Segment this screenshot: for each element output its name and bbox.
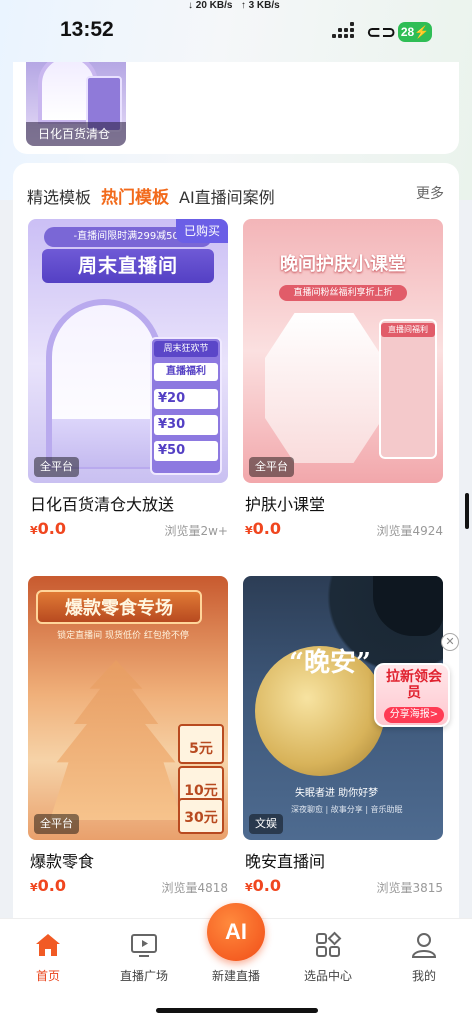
tab-featured[interactable]: 精选模板	[27, 184, 91, 208]
thumbnail-temple	[50, 660, 182, 820]
template-tabs: 精选模板 热门模板 AI直播间案例	[27, 180, 285, 208]
promo-button[interactable]: 分享海报>	[384, 707, 444, 723]
template-thumbnail[interactable]: 晚间护肤小课堂 直播间粉丝福利享折上折 直播间福利 全平台	[243, 219, 443, 483]
thumbnail-hexagon	[265, 313, 383, 463]
view-count: 浏览量3815	[376, 881, 443, 895]
template-name: 日化百货清仓大放送	[30, 495, 175, 514]
signal-icon	[332, 22, 356, 42]
thumbnail-panel-title: 直播间福利	[381, 323, 435, 337]
template-card-3[interactable]: 爆款零食专场 锁定直播间 现货低价 红包抢不停 5元 10元 30元 全平台 爆…	[28, 576, 228, 906]
view-count: 浏览量4924	[376, 524, 443, 538]
platform-tag: 全平台	[34, 814, 79, 834]
template-name: 爆款零食	[30, 852, 95, 871]
nav-label: 新建直播	[211, 969, 260, 983]
template-thumbnail[interactable]: 爆款零食专场 锁定直播间 现货低价 红包抢不停 5元 10元 30元 全平台	[28, 576, 228, 840]
template-card-1[interactable]: -直播间限时满299减50- 周末直播间 周末狂欢节 直播福利 ¥20 ¥30 …	[28, 219, 228, 549]
view-count: 浏览量4818	[161, 881, 228, 895]
thumbnail-caption: 失眠者进 助你好梦	[295, 788, 379, 799]
template-price: ¥0.0	[30, 519, 66, 538]
thumbnail-panel	[379, 319, 437, 459]
thumbnail-coupon: ¥50	[154, 441, 218, 461]
purchased-badge: 已购买	[175, 219, 228, 243]
template-card-4[interactable]: “晚安” 失眠者进 助你好梦 深夜聊愈 | 故事分享 | 音乐助眠 文娱 晚安直…	[243, 576, 443, 906]
thumbnail-band: 锁定直播间 现货低价 红包抢不停	[57, 631, 189, 641]
thumbnail-band: 直播间粉丝福利享折上折	[279, 285, 407, 301]
thumbnail-title: 爆款零食专场	[36, 590, 202, 624]
battery-icon: 28⚡	[398, 22, 432, 42]
category-tag: 文娱	[249, 814, 283, 834]
view-count: 浏览量2w+	[164, 524, 228, 538]
home-indicator	[156, 1008, 318, 1013]
top-card-thumbnail[interactable]: 日化百货清仓	[26, 62, 126, 146]
template-thumbnail[interactable]: -直播间限时满299减50- 周末直播间 周末狂欢节 直播福利 ¥20 ¥30 …	[28, 219, 228, 483]
top-card-label: 日化百货清仓	[26, 122, 126, 146]
status-time: 13:52	[60, 18, 114, 41]
net-down: ↓ 20 KB/s	[188, 0, 233, 11]
template-name: 晚安直播间	[245, 852, 326, 871]
net-up: ↑ 3 KB/s	[240, 0, 280, 11]
battery-level: 28	[400, 25, 415, 39]
link-icon: ⊂⊃	[366, 22, 397, 43]
platform-tag: 全平台	[34, 457, 79, 477]
template-card-2[interactable]: 晚间护肤小课堂 直播间粉丝福利享折上折 直播间福利 全平台 护肤小课堂 ¥0.0…	[243, 219, 443, 549]
grid-icon	[316, 931, 342, 957]
template-price: ¥0.0	[30, 876, 66, 895]
thumbnail-coupon: 5元	[178, 724, 224, 764]
user-icon	[411, 933, 437, 958]
promo-title: 拉新领会员	[386, 669, 442, 701]
thumbnail-title: 周末直播间	[42, 249, 214, 283]
home-icon	[36, 934, 60, 956]
thumbnail-subcaption: 深夜聊愈 | 故事分享 | 音乐助眠	[291, 805, 403, 814]
thumbnail-title: 晚间护肤小课堂	[280, 254, 406, 275]
thumbnail-panel-subtitle: 直播福利	[154, 363, 218, 381]
tv-play-icon	[131, 934, 157, 957]
close-icon[interactable]: ✕	[441, 633, 459, 651]
platform-tag: 全平台	[249, 457, 294, 477]
nav-label: 直播广场	[119, 969, 168, 983]
ai-create-button[interactable]: AI	[207, 903, 265, 961]
nav-label: 选品中心	[303, 969, 352, 983]
network-speed: ↓ 20 KB/s ↑ 3 KB/s	[188, 0, 280, 11]
thumbnail-coupon: ¥20	[154, 389, 218, 409]
thumbnail-panel-title: 周末狂欢节	[154, 341, 218, 357]
more-link[interactable]: 更多	[416, 183, 444, 203]
thumbnail-title: “晚安”	[289, 648, 371, 678]
tab-hot[interactable]: 热门模板	[101, 183, 169, 208]
thumbnail-coupon: 30元	[178, 798, 224, 834]
promo-float[interactable]: 拉新领会员 分享海报>	[374, 663, 450, 727]
template-price: ¥0.0	[245, 519, 281, 538]
scrollbar[interactable]	[465, 493, 469, 529]
thumbnail-tree	[373, 576, 443, 636]
nav-label: 首页	[35, 969, 60, 983]
template-name: 护肤小课堂	[245, 495, 326, 514]
status-bar: 13:52 ↓ 20 KB/s ↑ 3 KB/s ⊂⊃ 28⚡	[0, 0, 472, 62]
template-price: ¥0.0	[245, 876, 281, 895]
thumbnail-coupon: ¥30	[154, 415, 218, 435]
tab-ai-cases[interactable]: AI直播间案例	[179, 184, 275, 208]
nav-label: 我的	[411, 969, 436, 983]
